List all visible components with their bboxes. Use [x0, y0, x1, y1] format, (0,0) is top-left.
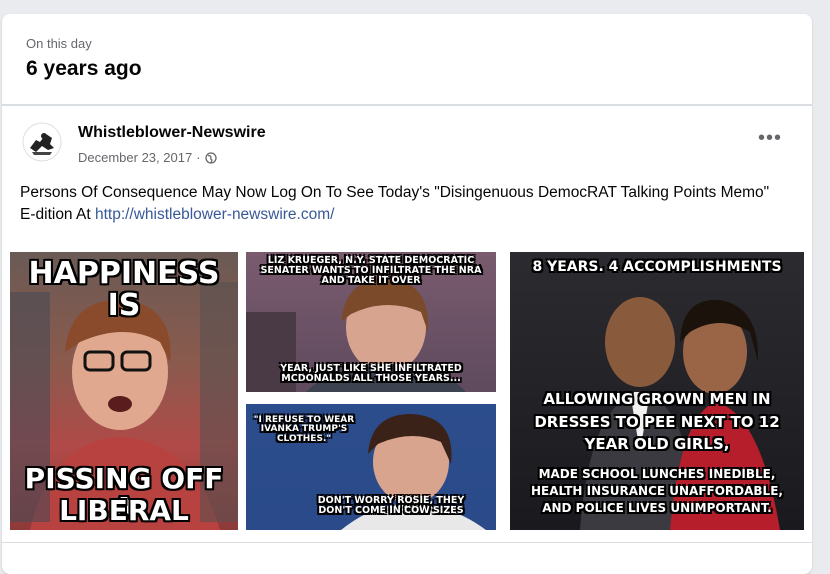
photo-krueger[interactable]: LIZ KRUEGER, N.Y. STATE DEMOCRATIC SENAT…	[246, 252, 496, 392]
photo-happiness[interactable]: HAPPINESS IS PISSING OFF A LIBERAL	[10, 252, 238, 530]
post-text: Persons Of Consequence May Now Log On To…	[20, 182, 780, 226]
photo-accomplishments[interactable]: 8 YEARS. 4 ACCOMPLISHMENTS ALLOWING GROW…	[510, 252, 804, 530]
photo-rosie-top: "I REFUSE TO WEAR IVANKA TRUMP'S CLOTHES…	[253, 415, 355, 444]
post-meta: December 23, 2017 ·	[78, 150, 217, 165]
divider	[2, 542, 812, 543]
memory-title: 6 years ago	[26, 57, 142, 80]
post-author[interactable]: Whistleblower-Newswire	[78, 124, 266, 142]
photo-rosie-bottom: DON'T WORRY ROSIE, THEY DON'T COME IN CO…	[317, 495, 465, 516]
photo-happiness-bottom-2: LIBERAL	[59, 494, 189, 527]
photo-accomplishments-top: 8 YEARS. 4 ACCOMPLISHMENTS	[532, 259, 782, 275]
memory-label: On this day	[26, 36, 92, 51]
memory-card: On this day 6 years ago Whistleblower-Ne…	[2, 14, 812, 574]
divider	[2, 104, 812, 106]
photo-krueger-bottom: YEAR, JUST LIKE SHE INFILTRATED MCDONALD…	[280, 363, 462, 384]
photo-happiness-top: HAPPINESS IS	[28, 256, 220, 323]
post-link[interactable]: http://whistleblower-newswire.com/	[95, 206, 334, 223]
photo-rosie[interactable]: "I REFUSE TO WEAR IVANKA TRUMP'S CLOTHES…	[246, 404, 496, 530]
more-options-icon[interactable]: •••	[758, 128, 782, 148]
avatar[interactable]	[22, 122, 62, 162]
photo-accomplishments-mid: ALLOWING GROWN MEN IN DRESSES TO PEE NEX…	[534, 390, 780, 453]
post-date[interactable]: December 23, 2017	[78, 150, 192, 165]
memory-header: On this day 6 years ago	[26, 36, 142, 81]
photo-krueger-top: LIZ KRUEGER, N.Y. STATE DEMOCRATIC SENAT…	[260, 255, 482, 286]
globe-icon[interactable]	[204, 151, 217, 164]
photo-accomplishments-bottom: MADE SCHOOL LUNCHES INEDIBLE, HEALTH INS…	[531, 467, 783, 515]
